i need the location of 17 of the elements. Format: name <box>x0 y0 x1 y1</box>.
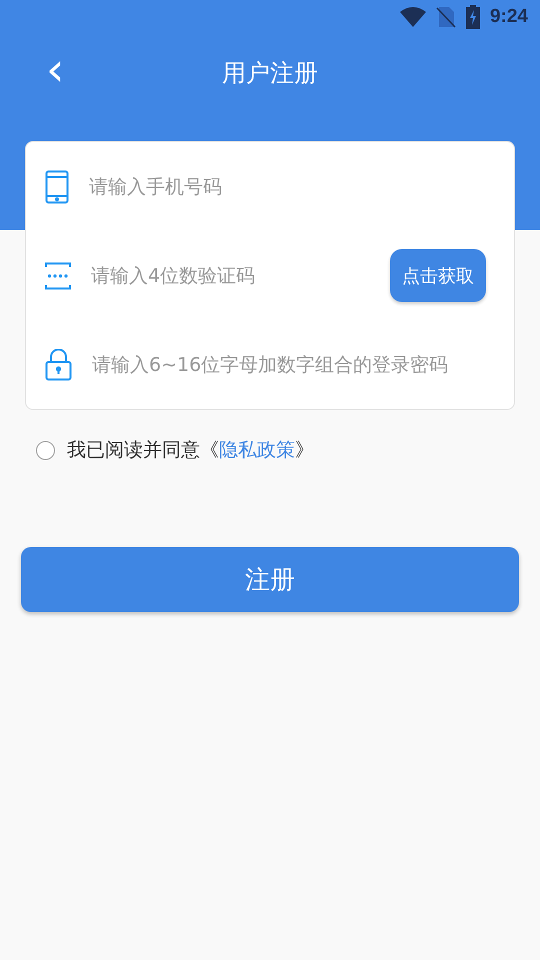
register-button[interactable]: 注册 <box>21 547 519 612</box>
battery-icon <box>466 5 480 29</box>
get-code-button[interactable]: 点击获取 <box>390 249 486 302</box>
back-button[interactable]: ‹ <box>40 46 70 92</box>
phone-icon <box>45 170 69 204</box>
agree-radio[interactable] <box>36 440 55 460</box>
password-field[interactable]: 请输入6~16位字母加数字组合的登录密码 <box>92 350 486 380</box>
agreement-text: 我已阅读并同意《隐私政策》 <box>67 438 314 463</box>
no-sim-icon <box>436 6 456 28</box>
phone-field[interactable]: 请输入手机号码 <box>89 172 486 202</box>
code-icon <box>45 262 71 290</box>
wifi-icon <box>400 7 426 27</box>
lock-icon <box>45 348 72 380</box>
code-field[interactable]: 请输入4位数验证码 <box>91 260 370 290</box>
status-time: 9:24 <box>490 6 528 28</box>
page-title: 用户注册 <box>222 58 318 89</box>
privacy-link[interactable]: 隐私政策 <box>219 439 295 461</box>
